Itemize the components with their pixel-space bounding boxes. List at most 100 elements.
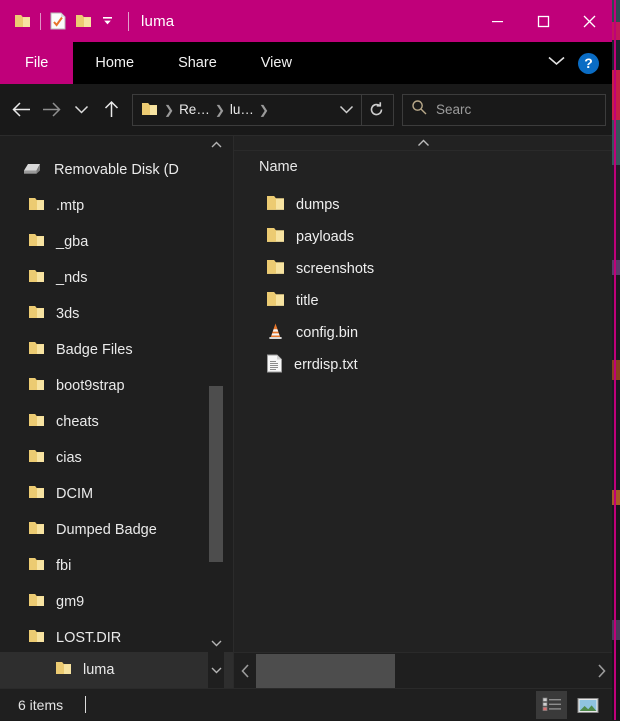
- folder-icon: [28, 233, 45, 252]
- list-item[interactable]: title: [234, 285, 612, 317]
- forward-button[interactable]: [36, 94, 66, 126]
- breadcrumb-label: luma: [83, 662, 115, 678]
- nav-pane-scrollbar[interactable]: [208, 136, 224, 652]
- folder-icon: [266, 195, 285, 216]
- file-list-pane: Name dumps payloads screenshots title co…: [234, 136, 612, 652]
- sidebar-item-label: gm9: [56, 594, 85, 610]
- sidebar-item-label: Dumped Badge: [56, 522, 157, 538]
- horizontal-scrollbar[interactable]: [234, 652, 612, 688]
- tab-file[interactable]: File: [0, 42, 74, 84]
- window-title: luma: [141, 12, 175, 30]
- folder-icon: [266, 291, 285, 312]
- text-file-icon: [266, 354, 283, 377]
- maximize-button[interactable]: [520, 0, 566, 42]
- properties-icon[interactable]: [50, 12, 66, 30]
- list-item[interactable]: screenshots: [234, 253, 612, 285]
- column-header-name[interactable]: Name: [234, 151, 612, 183]
- tab-share[interactable]: Share: [156, 42, 239, 84]
- list-item[interactable]: payloads: [234, 221, 612, 253]
- tab-view[interactable]: View: [239, 42, 314, 84]
- address-dropdown-icon[interactable]: [331, 95, 361, 125]
- sidebar-item-nds[interactable]: _nds: [0, 260, 233, 296]
- breadcrumb-luma[interactable]: lu…: [227, 102, 257, 117]
- quick-access-toolbar: [0, 12, 114, 30]
- ribbon-right-controls: ?: [547, 42, 604, 84]
- breadcrumb-removable-disk[interactable]: Re…: [176, 102, 213, 117]
- expand-ribbon-icon[interactable]: [547, 54, 566, 72]
- nav-scrollbar-down-button[interactable]: [208, 652, 224, 688]
- folder-icon: [28, 305, 45, 324]
- close-button[interactable]: [566, 0, 612, 42]
- up-button[interactable]: [96, 94, 126, 126]
- list-item[interactable]: dumps: [234, 189, 612, 221]
- sidebar-item-cias[interactable]: cias: [0, 440, 233, 476]
- address-bar[interactable]: ❯ Re… ❯ lu… ❯: [132, 93, 394, 126]
- large-icons-view-button[interactable]: [572, 691, 603, 719]
- sidebar-item-fbi[interactable]: fbi: [0, 548, 233, 584]
- search-input[interactable]: Searc: [436, 102, 471, 117]
- back-button[interactable]: [6, 94, 36, 126]
- sidebar-item-badge-files[interactable]: Badge Files: [0, 332, 233, 368]
- status-bar: 6 items: [0, 688, 612, 720]
- file-pane-scroll-up-indicator[interactable]: [234, 136, 612, 151]
- folder-icon: [28, 377, 45, 396]
- nav-scrollbar-down-button[interactable]: [208, 634, 224, 652]
- list-item[interactable]: errdisp.txt: [234, 349, 612, 381]
- tab-home[interactable]: Home: [73, 42, 156, 84]
- sidebar-item-boot9strap[interactable]: boot9strap: [0, 368, 233, 404]
- hscroll-right-arrow[interactable]: [590, 653, 612, 689]
- sidebar-item-cheats[interactable]: cheats: [0, 404, 233, 440]
- sidebar-item-dumped-badge[interactable]: Dumped Badge: [0, 512, 233, 548]
- sidebar-item-label: Removable Disk (D: [54, 162, 179, 178]
- hscroll-left-arrow[interactable]: [234, 653, 256, 689]
- folder-icon: [266, 259, 285, 280]
- sidebar-item-3ds[interactable]: 3ds: [0, 296, 233, 332]
- folder-icon: [28, 197, 45, 216]
- list-item-label: dumps: [296, 197, 340, 213]
- nav-scrollbar-up-button[interactable]: [208, 136, 224, 154]
- sidebar-item-gm9[interactable]: gm9: [0, 584, 233, 620]
- sidebar-item-lost-dir[interactable]: LOST.DIR: [0, 620, 233, 652]
- explorer-folder-icon[interactable]: [14, 14, 31, 29]
- sidebar-item-dcim[interactable]: DCIM: [0, 476, 233, 512]
- recent-locations-button[interactable]: [66, 94, 96, 126]
- breadcrumb-separator[interactable]: ❯: [213, 103, 227, 117]
- sidebar-item-mtp[interactable]: .mtp: [0, 188, 233, 224]
- folder-icon: [28, 413, 45, 432]
- minimize-button[interactable]: [474, 0, 520, 42]
- breadcrumb-separator[interactable]: ❯: [257, 103, 271, 117]
- hscroll-track[interactable]: [256, 653, 612, 689]
- status-caret: [85, 696, 87, 713]
- file-explorer-window: luma File Home Share View ? ❯ Re… ❯ lu… …: [0, 0, 612, 720]
- selected-folder-breadcrumb[interactable]: luma: [0, 652, 234, 688]
- folder-icon: [28, 557, 45, 576]
- item-count-label: 6 items: [18, 696, 64, 713]
- search-box[interactable]: Searc: [402, 93, 606, 126]
- list-item-label: screenshots: [296, 261, 375, 277]
- address-bar-row: ❯ Re… ❯ lu… ❯ Searc: [0, 84, 612, 136]
- sidebar-item-label: fbi: [56, 558, 72, 574]
- sidebar-item-label: 3ds: [56, 306, 80, 322]
- list-item[interactable]: config.bin: [234, 317, 612, 349]
- breadcrumb-separator[interactable]: ❯: [162, 103, 176, 117]
- help-button[interactable]: ?: [578, 52, 599, 74]
- folder-icon: [28, 521, 45, 540]
- hscroll-thumb[interactable]: [256, 653, 395, 688]
- window-controls: [474, 0, 612, 42]
- sidebar-item-label: _gba: [56, 234, 89, 250]
- explorer-body: Removable Disk (D .mtp _gba _nds 3ds Bad…: [0, 136, 612, 652]
- new-folder-icon[interactable]: [75, 14, 92, 29]
- sidebar-item-label: LOST.DIR: [56, 630, 122, 646]
- sidebar-item-label: .mtp: [56, 198, 85, 214]
- nav-scrollbar-thumb[interactable]: [209, 386, 223, 562]
- bottom-row: luma: [0, 652, 612, 688]
- list-item-label: payloads: [296, 229, 355, 245]
- refresh-icon[interactable]: [361, 94, 391, 125]
- details-view-button[interactable]: [536, 691, 567, 719]
- window-edge-accent: [614, 0, 616, 720]
- sidebar-item-removable-disk[interactable]: Removable Disk (D: [0, 152, 233, 188]
- sidebar-item-gba[interactable]: _gba: [0, 224, 233, 260]
- address-folder-icon: [135, 102, 162, 117]
- customize-qat-icon[interactable]: [101, 15, 114, 27]
- folder-icon: [28, 269, 45, 288]
